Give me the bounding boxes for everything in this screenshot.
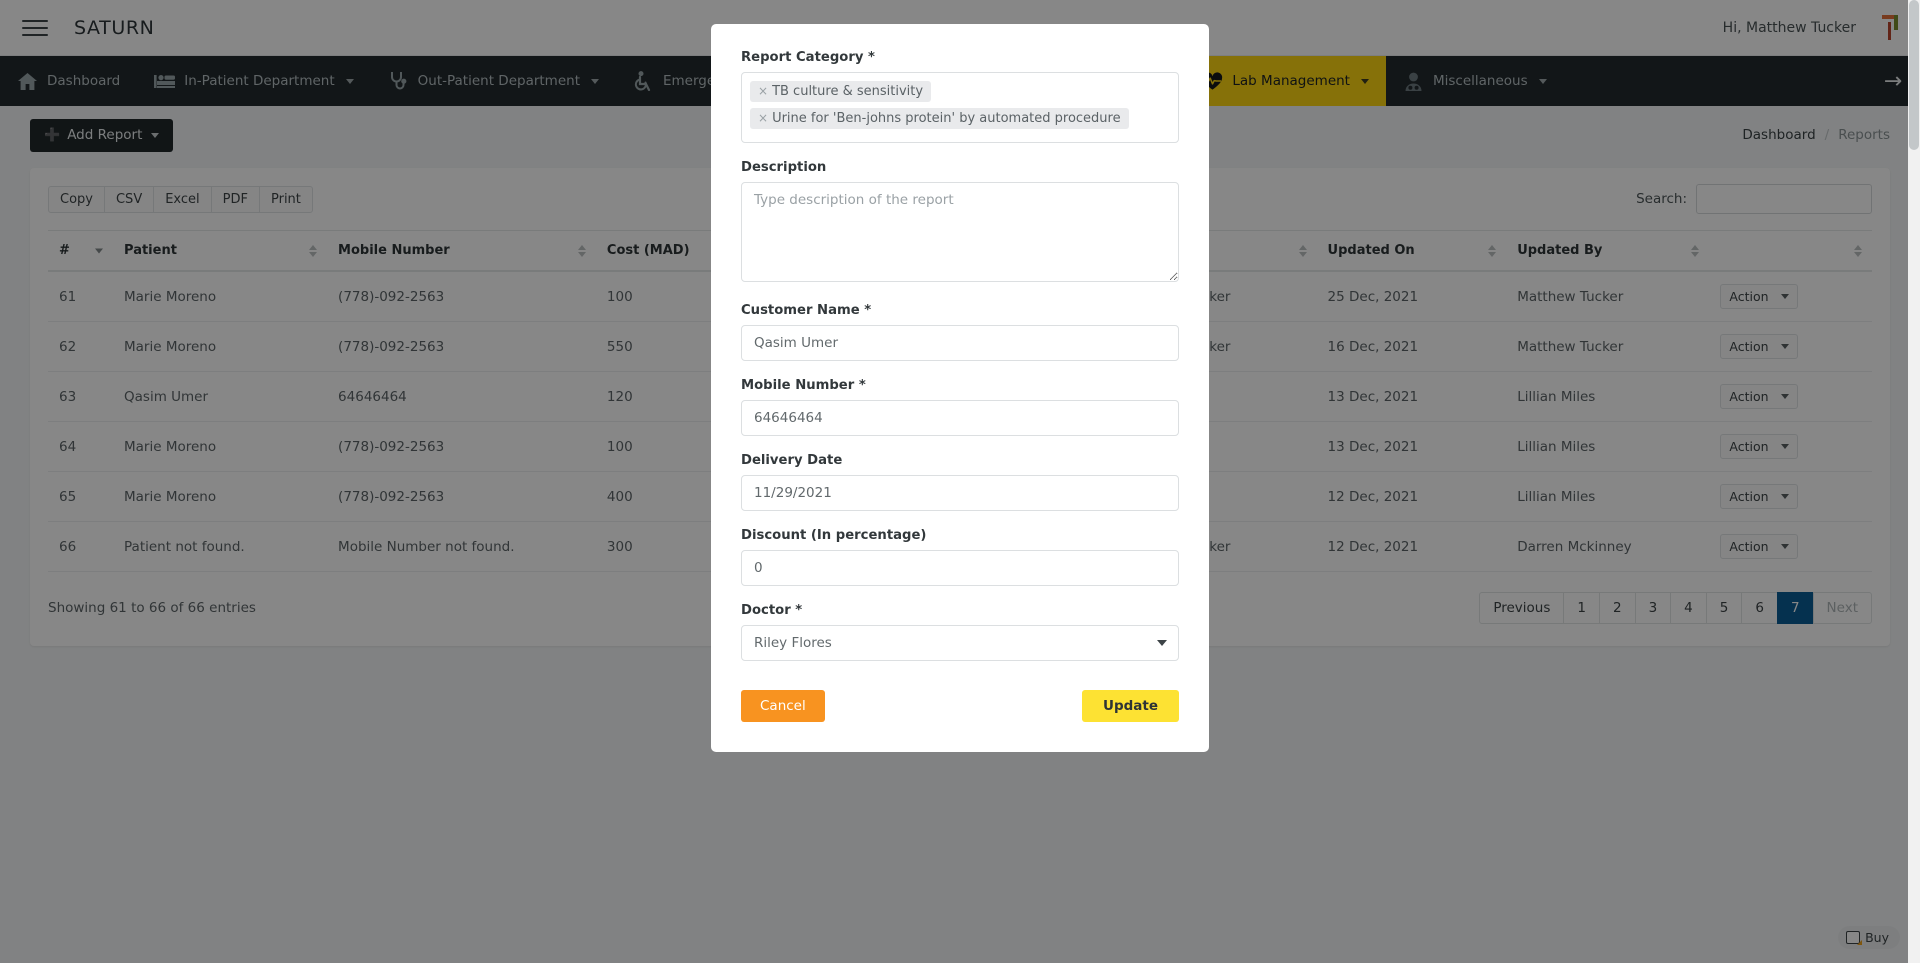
- cancel-button[interactable]: Cancel: [741, 690, 825, 722]
- mobile-number-label: Mobile Number *: [741, 378, 866, 393]
- doctor-select-wrap: Riley Flores: [741, 625, 1179, 661]
- field-mobile-number: Mobile Number *: [741, 378, 1179, 436]
- remove-tag-icon[interactable]: ×: [758, 84, 768, 98]
- field-discount: Discount (In percentage): [741, 528, 1179, 586]
- doctor-select[interactable]: Riley Flores: [741, 625, 1179, 661]
- field-report-category: Report Category * × TB culture & sensitiv…: [741, 50, 1179, 143]
- delivery-date-label: Delivery Date: [741, 453, 843, 468]
- delivery-date-input[interactable]: [741, 475, 1179, 511]
- description-textarea[interactable]: [741, 182, 1179, 282]
- field-delivery-date: Delivery Date: [741, 453, 1179, 511]
- discount-input[interactable]: [741, 550, 1179, 586]
- mobile-number-input[interactable]: [741, 400, 1179, 436]
- scrollbar-thumb[interactable]: [1909, 0, 1919, 150]
- discount-label: Discount (In percentage): [741, 528, 927, 543]
- application-root: SATURN Hi, Matthew Tucker Dashboard In-P…: [0, 0, 1920, 963]
- field-customer-name: Customer Name *: [741, 303, 1179, 361]
- report-category-tag-input[interactable]: × TB culture & sensitivity × Urine for 'Be…: [741, 72, 1179, 143]
- report-category-tag[interactable]: × TB culture & sensitivity: [750, 81, 932, 102]
- field-description: Description: [741, 160, 1179, 286]
- modal-actions: Cancel Update: [741, 690, 1179, 722]
- update-button[interactable]: Update: [1081, 690, 1179, 722]
- field-doctor: Doctor * Riley Flores: [741, 603, 1179, 661]
- report-category-tag[interactable]: × Urine for 'Ben-johns protein' by automa…: [750, 108, 1129, 129]
- doctor-label: Doctor *: [741, 603, 803, 618]
- remove-tag-icon[interactable]: ×: [758, 111, 768, 125]
- report-category-label: Report Category *: [741, 50, 875, 65]
- edit-report-modal: Report Category * × TB culture & sensitiv…: [711, 24, 1209, 752]
- tag-label: Urine for 'Ben-johns protein' by automat…: [772, 111, 1121, 126]
- description-label: Description: [741, 160, 827, 175]
- customer-name-input[interactable]: [741, 325, 1179, 361]
- tag-label: TB culture & sensitivity: [772, 84, 924, 99]
- customer-name-label: Customer Name *: [741, 303, 872, 318]
- page-scrollbar[interactable]: [1908, 0, 1920, 963]
